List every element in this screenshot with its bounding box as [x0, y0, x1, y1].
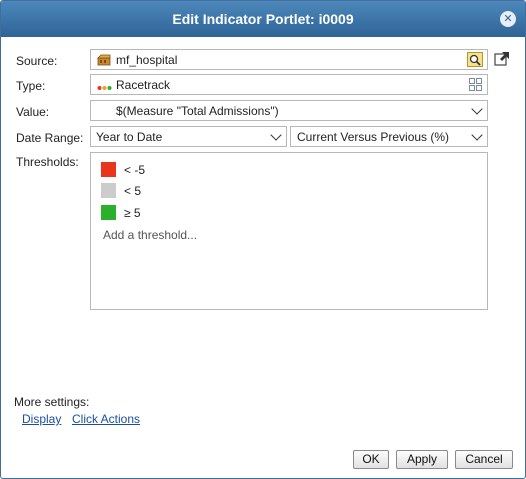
date-range-comparison-value: Current Versus Previous (%)	[297, 130, 450, 144]
thresholds-label: Thresholds:	[16, 155, 79, 169]
chevron-down-icon	[270, 129, 282, 141]
value-label: Value:	[16, 105, 50, 119]
date-range-period-value: Year to Date	[96, 130, 163, 144]
racetrack-icon	[97, 81, 112, 95]
chevron-down-icon	[471, 103, 483, 115]
grid-icon[interactable]	[469, 78, 482, 94]
thresholds-list: < -5 < 5 ≥ 5 Add a threshold...	[90, 152, 488, 310]
threshold-label: < -5	[124, 163, 146, 177]
ok-button[interactable]: OK	[353, 450, 389, 469]
date-range-comparison-dropdown[interactable]: Current Versus Previous (%)	[290, 126, 488, 147]
threshold-label: ≥ 5	[124, 206, 141, 220]
type-value: Racetrack	[116, 78, 171, 92]
close-icon[interactable]: ✕	[500, 11, 516, 27]
threshold-color-swatch[interactable]	[101, 183, 116, 198]
edit-indicator-dialog: Edit Indicator Portlet: i0009 ✕ Source: …	[0, 0, 526, 479]
open-source-icon[interactable]	[494, 51, 510, 70]
dialog-titlebar[interactable]: Edit Indicator Portlet: i0009 ✕	[1, 1, 525, 37]
type-label: Type:	[16, 79, 46, 93]
cancel-button[interactable]: Cancel	[455, 450, 513, 469]
date-range-period-dropdown[interactable]: Year to Date	[90, 126, 287, 147]
chevron-down-icon	[471, 129, 483, 141]
more-settings-label: More settings:	[14, 395, 90, 409]
type-field[interactable]: Racetrack	[90, 74, 488, 95]
display-link[interactable]: Display	[22, 412, 61, 426]
source-field[interactable]: mf_hospital	[90, 49, 488, 70]
value-dropdown[interactable]: $(Measure "Total Admissions")	[90, 100, 488, 121]
date-range-label: Date Range:	[16, 131, 84, 145]
click-actions-link[interactable]: Click Actions	[72, 412, 140, 426]
threshold-color-swatch[interactable]	[101, 205, 116, 220]
source-value: mf_hospital	[116, 53, 178, 67]
browse-source-icon[interactable]	[467, 52, 483, 70]
threshold-label: < 5	[124, 184, 142, 198]
apply-button[interactable]: Apply	[396, 450, 448, 469]
dialog-title: Edit Indicator Portlet: i0009	[172, 11, 354, 27]
source-label: Source:	[16, 54, 58, 68]
add-threshold-link[interactable]: Add a threshold...	[103, 228, 197, 242]
cube-icon	[97, 54, 111, 69]
value-selected: $(Measure "Total Admissions")	[116, 104, 279, 118]
threshold-color-swatch[interactable]	[101, 162, 116, 177]
